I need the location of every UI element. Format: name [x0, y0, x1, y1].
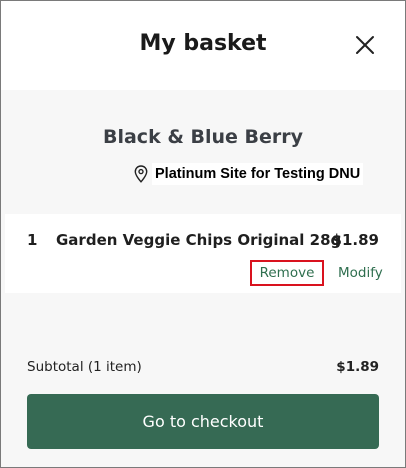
subtotal-label: Subtotal (1 item)	[27, 359, 142, 375]
close-icon	[356, 36, 374, 54]
subtotal-value: $1.89	[336, 359, 379, 375]
store-location-text: Platinum Site for Testing DNU	[152, 163, 364, 185]
close-button[interactable]	[355, 35, 375, 55]
basket-item: 1 Garden Veggie Chips Original 28g $1.89…	[5, 214, 401, 293]
checkout-button[interactable]: Go to checkout	[27, 394, 379, 449]
store-location: Platinum Site for Testing DNU	[134, 163, 364, 185]
item-name: Garden Veggie Chips Original 28g	[56, 231, 342, 249]
modify-item-button[interactable]: Modify	[338, 265, 383, 281]
basket-header: My basket	[1, 1, 405, 90]
location-pin-icon	[134, 165, 148, 183]
remove-item-button[interactable]: Remove	[250, 260, 324, 286]
item-quantity: 1	[27, 231, 38, 249]
item-price: $1.89	[331, 231, 379, 249]
basket-title: My basket	[139, 31, 267, 56]
store-name: Black & Blue Berry	[102, 126, 304, 148]
basket-panel: My basket Black & Blue Berry Platinum Si…	[0, 0, 406, 468]
